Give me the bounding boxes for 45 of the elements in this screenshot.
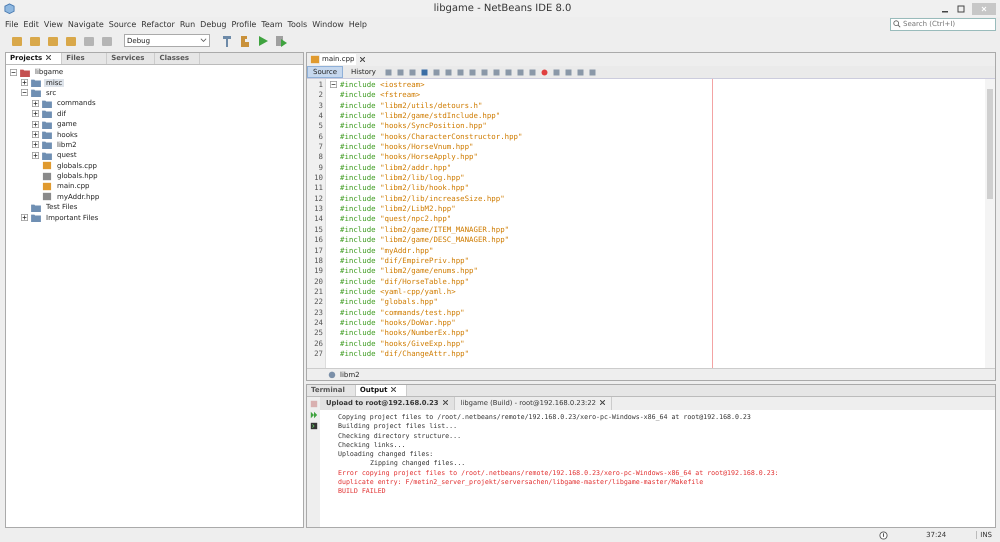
expand-icon[interactable]: [32, 141, 39, 148]
menu-item[interactable]: Edit: [23, 20, 39, 28]
square-icon[interactable]: [456, 68, 465, 76]
square-icon[interactable]: [396, 68, 405, 76]
terminal-icon[interactable]: [310, 422, 318, 430]
class-icon: [327, 370, 337, 379]
window-title: libgame - NetBeans IDE 8.0: [432, 3, 572, 14]
menu-item[interactable]: Window: [312, 20, 344, 28]
menu-item[interactable]: Profile: [231, 20, 256, 28]
scrollbar-thumb[interactable]: [987, 89, 993, 199]
menu-item[interactable]: Tools: [288, 20, 308, 28]
record-icon[interactable]: [540, 68, 549, 76]
expand-icon[interactable]: [32, 131, 39, 138]
square-icon[interactable]: [408, 68, 417, 76]
expand-icon[interactable]: [32, 120, 39, 128]
collapse-icon[interactable]: [10, 68, 17, 76]
notification-icon[interactable]: [879, 530, 888, 540]
expand-icon[interactable]: [32, 110, 39, 118]
menu-item[interactable]: Team: [261, 20, 282, 28]
expand-icon[interactable]: [32, 100, 39, 107]
menu-item[interactable]: Debug: [200, 20, 226, 28]
close-icon[interactable]: [360, 57, 366, 62]
menu-item[interactable]: Run: [180, 20, 196, 28]
file-icon: [310, 55, 320, 64]
close-icon[interactable]: [442, 400, 448, 405]
close-icon[interactable]: [391, 387, 396, 392]
expand-icon[interactable]: [21, 79, 28, 86]
menu-item[interactable]: Help: [348, 20, 368, 28]
caret-icon: [200, 37, 207, 44]
debug-icon[interactable]: [274, 34, 288, 48]
menu-item[interactable]: Source: [108, 20, 136, 28]
collapse-icon[interactable]: [21, 89, 28, 96]
expand-icon[interactable]: [21, 214, 28, 222]
menu-item[interactable]: Navigate: [68, 20, 104, 28]
menu-item[interactable]: Refactor: [141, 20, 175, 28]
menu-item[interactable]: View: [44, 20, 63, 28]
maximize-icon[interactable]: [956, 4, 966, 14]
close-icon[interactable]: [46, 55, 52, 60]
menu-item[interactable]: File: [5, 20, 18, 28]
rerun-icon[interactable]: [310, 411, 318, 419]
app-icon: [4, 3, 15, 14]
expand-icon[interactable]: [32, 152, 39, 159]
close-icon[interactable]: [600, 400, 605, 405]
run-icon[interactable]: [256, 34, 270, 48]
fold-icon[interactable]: [330, 81, 337, 88]
